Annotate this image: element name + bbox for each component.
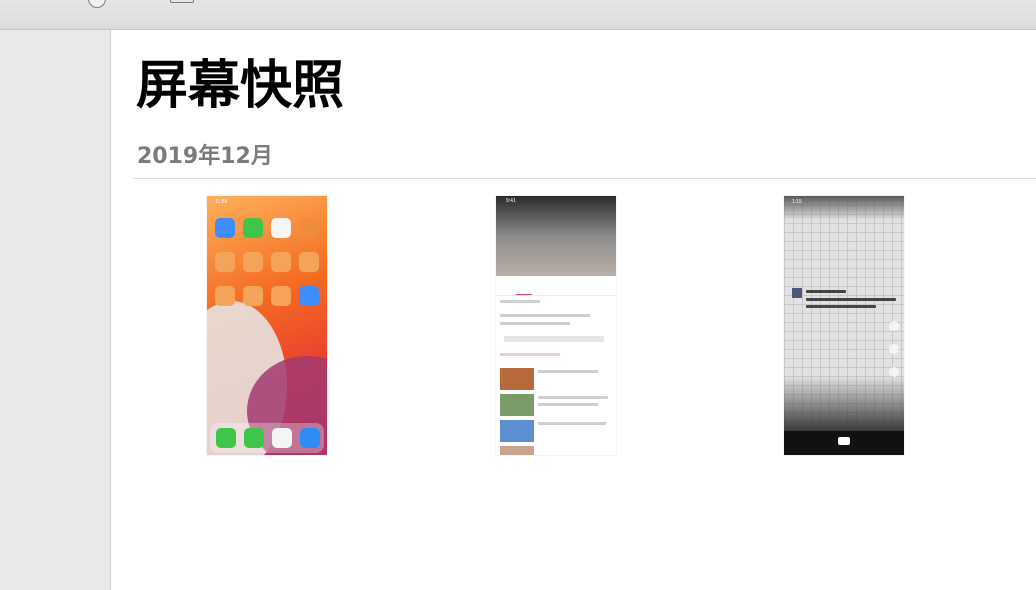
toolbar-square-icon[interactable]	[170, 0, 194, 3]
avatar	[792, 288, 802, 298]
status-bar-time: 1:15	[792, 199, 802, 205]
app-icon	[215, 218, 235, 238]
app-icon	[272, 428, 292, 448]
app-icon	[215, 252, 235, 272]
app-icon	[271, 286, 291, 306]
app-icon	[243, 252, 263, 272]
video-thumbnail	[500, 446, 534, 455]
video-thumbnail	[500, 394, 534, 416]
app-icon	[271, 218, 291, 238]
caption	[792, 288, 900, 318]
app-icon-grid	[215, 218, 319, 306]
plus-icon	[838, 437, 850, 445]
sidebar	[0, 30, 111, 590]
app-icon	[243, 218, 263, 238]
circle-icon[interactable]	[88, 0, 106, 8]
comment-icon	[889, 344, 899, 354]
heart-icon	[889, 321, 899, 331]
app-icon	[299, 252, 319, 272]
video-player: 9:41	[496, 196, 616, 276]
status-bar-time: 11:59	[215, 199, 228, 205]
app-icon	[271, 252, 291, 272]
main-content: 屏幕快照 2019年12月 11:59 9:41 1:15	[111, 30, 1036, 590]
video-thumbnail	[500, 368, 534, 390]
section-date-header: 2019年12月	[137, 144, 273, 169]
video-thumbnail	[500, 420, 534, 442]
app-icon	[243, 286, 263, 306]
tab-bar	[496, 287, 616, 296]
bottom-tab-bar	[784, 431, 904, 455]
window-toolbar	[0, 0, 1036, 30]
phone-icon	[216, 428, 236, 448]
app-icon	[299, 218, 319, 238]
messages-icon	[244, 428, 264, 448]
top-bar	[784, 196, 904, 220]
app-icon	[215, 286, 235, 306]
screenshot-thumbnail-short-video-app[interactable]: 1:15	[784, 196, 904, 455]
status-bar-time: 9:41	[506, 198, 516, 204]
app-store-icon	[300, 428, 320, 448]
page-title: 屏幕快照	[136, 56, 345, 116]
screenshot-thumbnail-home-screen[interactable]: 11:59	[207, 196, 327, 455]
app-icon	[299, 286, 319, 306]
dock	[210, 423, 324, 453]
divider	[133, 178, 1036, 179]
screenshot-thumbnail-video-app[interactable]: 9:41	[496, 196, 616, 455]
